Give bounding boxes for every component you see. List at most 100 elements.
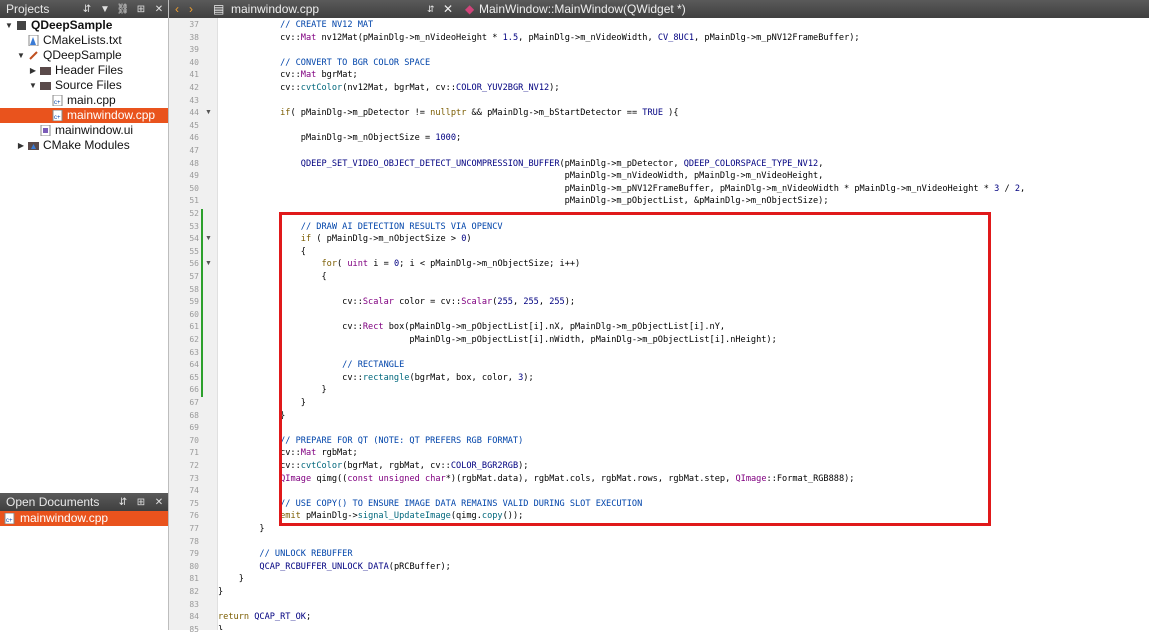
tree-item[interactable]: ▶ Header Files bbox=[0, 63, 168, 78]
line-number: 80 bbox=[189, 561, 199, 571]
code-line: if( pMainDlg->m_pDetector != nullptr && … bbox=[280, 108, 679, 119]
line-number: 37 bbox=[189, 20, 199, 29]
link-icon[interactable]: ⛓ bbox=[116, 4, 130, 15]
code-line: // CREATE NV12 MAT bbox=[218, 20, 374, 30]
tree-item[interactable]: ▼ Source Files bbox=[0, 78, 168, 93]
tree-item-label: Header Files bbox=[55, 63, 124, 77]
tree-item-label: Source Files bbox=[55, 78, 122, 92]
folder-icon bbox=[40, 67, 51, 75]
tree-item-label: mainwindow.ui bbox=[55, 123, 134, 137]
projects-panel-title[interactable]: Projects bbox=[6, 2, 49, 16]
tree-item[interactable]: mainwindow.ui bbox=[0, 123, 168, 138]
tree-item[interactable]: ▼ QDeepSample bbox=[0, 48, 168, 63]
target-icon bbox=[29, 51, 38, 60]
tree-item[interactable]: c+ main.cpp bbox=[0, 93, 168, 108]
line-number: 44 bbox=[189, 108, 199, 118]
tree-item-label: QDeepSample bbox=[43, 48, 122, 62]
code-line: // CONVERT TO BGR COLOR SPACE bbox=[218, 57, 431, 68]
back-arrow-icon[interactable]: ‹ bbox=[175, 0, 179, 18]
projects-panel-header: Projects ⇵ ▼ ⛓ ⊞ ✕ bbox=[0, 0, 168, 18]
left-sidebar: Projects ⇵ ▼ ⛓ ⊞ ✕ ▼ QDeepSample CMakeList… bbox=[0, 0, 169, 630]
svg-text:c+: c+ bbox=[6, 518, 13, 524]
line-number: 53 bbox=[189, 221, 199, 231]
line-number: 65 bbox=[189, 372, 199, 382]
file-dropdown-icon[interactable]: ⇵ bbox=[427, 0, 435, 18]
line-number: 42 bbox=[189, 83, 199, 92]
open-document-label: mainwindow.cpp bbox=[20, 511, 109, 525]
tree-item[interactable]: ▶ CMake Modules bbox=[0, 138, 168, 153]
cpp-file-icon: c+ bbox=[52, 110, 63, 121]
ui-file-icon bbox=[40, 125, 51, 136]
line-number: 64 bbox=[189, 360, 199, 370]
code-line: pMainDlg->m_pObjectList, &pMainDlg->m_nO… bbox=[218, 196, 829, 207]
file-tab[interactable]: mainwindow.cpp bbox=[231, 0, 319, 18]
expand-arrow-icon[interactable]: ▶ bbox=[16, 138, 26, 153]
tree-item-label: CMakeLists.txt bbox=[43, 33, 122, 47]
line-number: 75 bbox=[189, 498, 199, 508]
tree-item[interactable]: c+ mainwindow.cpp bbox=[0, 108, 168, 123]
expand-arrow-icon[interactable]: ▶ bbox=[28, 63, 38, 78]
line-number: 54 bbox=[189, 234, 199, 244]
file-icon: ▤ bbox=[213, 2, 225, 16]
open-documents-title[interactable]: Open Documents bbox=[6, 495, 99, 509]
line-number: 67 bbox=[189, 398, 199, 407]
close-file-icon[interactable]: ✕ bbox=[443, 0, 453, 18]
line-number: 50 bbox=[189, 183, 199, 193]
close-icon[interactable]: ✕ bbox=[152, 4, 166, 15]
line-number: 58 bbox=[189, 284, 199, 294]
line-number: 74 bbox=[189, 486, 199, 496]
line-number: 71 bbox=[189, 448, 199, 458]
open-documents-header: Open Documents ⇵ ⊞ ✕ bbox=[0, 493, 168, 511]
symbol-selector[interactable]: MainWindow::MainWindow(QWidget *) bbox=[479, 0, 686, 18]
collapse-arrow-icon[interactable]: ▼ bbox=[16, 48, 26, 63]
line-number: 61 bbox=[189, 322, 199, 332]
line-number: 77 bbox=[189, 524, 199, 533]
open-documents-panel: Open Documents ⇵ ⊞ ✕ c+ mainwindow.cpp bbox=[0, 493, 168, 526]
line-number: 47 bbox=[189, 146, 199, 155]
collapse-arrow-icon[interactable]: ▼ bbox=[28, 78, 38, 93]
line-number: 59 bbox=[189, 297, 199, 307]
project-icon bbox=[17, 21, 26, 30]
tree-item[interactable]: CMakeLists.txt bbox=[0, 33, 168, 48]
cpp-file-icon: c+ bbox=[4, 513, 15, 524]
split-icon[interactable]: ⊞ bbox=[134, 4, 148, 15]
tree-item[interactable]: ▼ QDeepSample bbox=[0, 18, 168, 33]
line-number: 68 bbox=[189, 410, 199, 420]
code-line: cv::cvtColor(nv12Mat, bgrMat, cv::COLOR_… bbox=[218, 83, 560, 93]
open-document-item[interactable]: c+ mainwindow.cpp bbox=[0, 511, 168, 526]
line-number: 73 bbox=[189, 473, 199, 483]
code-line: pMainDlg->m_nVideoWidth, pMainDlg->m_nVi… bbox=[218, 171, 824, 182]
tree-item-label: QDeepSample bbox=[31, 18, 113, 32]
highlight-box bbox=[279, 212, 991, 526]
line-number: 82 bbox=[189, 587, 199, 596]
open-documents-header-buttons: ⇵ ⊞ ✕ bbox=[116, 493, 166, 511]
code-line: } bbox=[218, 587, 224, 597]
cmake-folder-icon bbox=[28, 142, 39, 150]
code-line: // UNLOCK REBUFFER bbox=[218, 549, 353, 560]
line-number: 52 bbox=[189, 209, 199, 218]
code-line: cv::Mat bgrMat; bbox=[218, 70, 358, 81]
line-number: 56 bbox=[189, 259, 199, 269]
cmake-file-icon bbox=[28, 35, 39, 46]
collapse-arrow-icon[interactable]: ▼ bbox=[4, 18, 14, 33]
folder-icon bbox=[40, 82, 51, 90]
fold-marker-icon[interactable]: ▼ bbox=[205, 109, 212, 116]
close-icon[interactable]: ✕ bbox=[152, 497, 166, 508]
line-number: 72 bbox=[189, 461, 199, 470]
line-number: 57 bbox=[189, 272, 199, 281]
code-line: return QCAP_RT_OK; bbox=[218, 612, 312, 623]
code-line: QCAP_RCBUFFER_UNLOCK_DATA(pRCBuffer); bbox=[259, 561, 451, 572]
code-line: QDEEP_SET_VIDEO_OBJECT_DETECT_UNCOMPRESS… bbox=[300, 158, 824, 169]
split-icon[interactable]: ⊞ bbox=[134, 497, 148, 508]
filter-icon[interactable]: ▼ bbox=[98, 4, 112, 15]
line-number: 41 bbox=[189, 70, 199, 80]
fold-marker-icon[interactable]: ▼ bbox=[205, 260, 212, 267]
line-number: 40 bbox=[189, 57, 199, 67]
code-line: } bbox=[218, 624, 224, 630]
sort-arrows-icon[interactable]: ⇵ bbox=[116, 497, 130, 508]
sort-arrows-icon[interactable]: ⇵ bbox=[80, 4, 94, 15]
change-bar bbox=[201, 209, 203, 397]
line-number: 83 bbox=[189, 599, 199, 609]
fold-marker-icon[interactable]: ▼ bbox=[205, 235, 212, 242]
forward-arrow-icon[interactable]: › bbox=[189, 0, 193, 18]
